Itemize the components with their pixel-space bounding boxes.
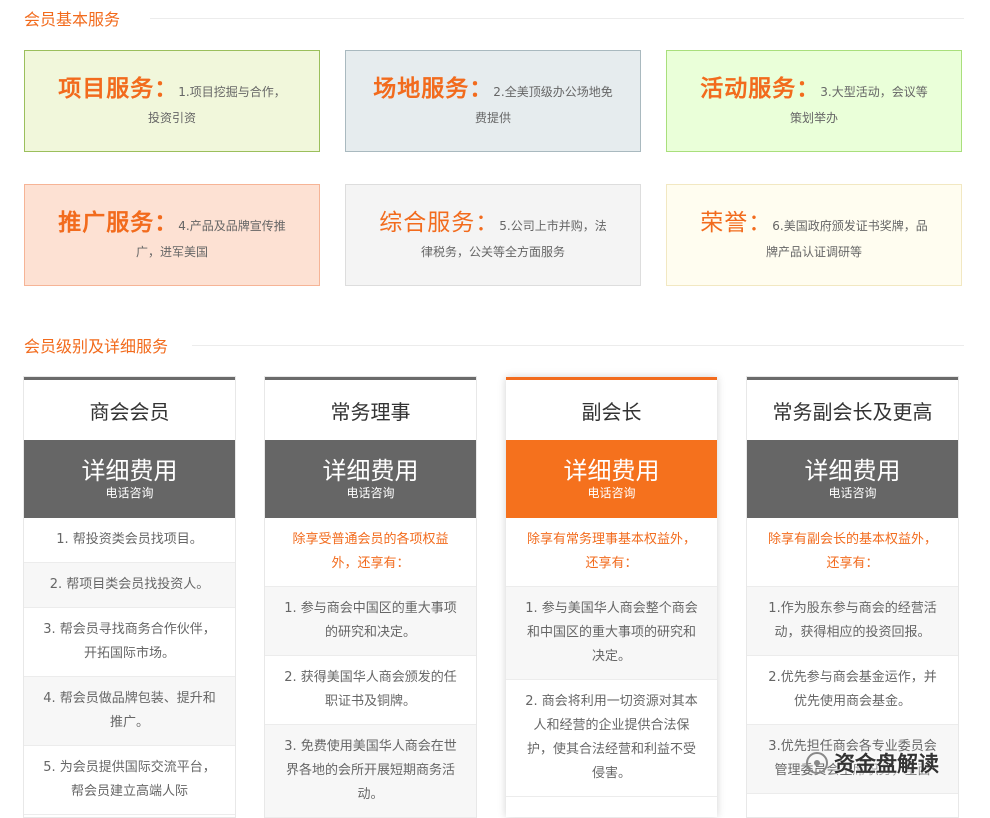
list-item: 2. 帮项目类会员找投资人。 bbox=[24, 563, 235, 608]
membership-card-vice-president: 副会长 详细费用 电话咨询 除享有常务理事基本权益外，还享有： 1. 参与美国华… bbox=[506, 377, 717, 817]
section-title-membership-levels: 会员级别及详细服务 bbox=[24, 337, 169, 356]
card-price-block[interactable]: 详细费用 电话咨询 bbox=[506, 440, 717, 518]
price-label: 详细费用 bbox=[804, 457, 901, 485]
service-title: 荣誉： bbox=[700, 209, 773, 236]
price-label: 详细费用 bbox=[81, 457, 178, 485]
price-sublabel: 电话咨询 bbox=[587, 486, 636, 500]
service-desc: 4.产品及品牌宣传推 bbox=[178, 218, 286, 233]
service-title: 推广服务： bbox=[58, 209, 179, 236]
service-card-promotion: 推广服务：4.产品及品牌宣传推 广，进军美国 bbox=[24, 184, 320, 286]
benefit-intro: 除享有常务理事基本权益外，还享有： bbox=[506, 518, 717, 587]
membership-card-executive-director: 常务理事 详细费用 电话咨询 除享受普通会员的各项权益外，还享有： 1. 参与商… bbox=[265, 377, 476, 818]
membership-card-member: 商会会员 详细费用 电话咨询 1. 帮投资类会员找项目。 2. 帮项目类会员找投… bbox=[24, 377, 235, 817]
section-title-basic-services: 会员基本服务 bbox=[24, 10, 121, 29]
list-item: 3. 帮会员寻找商务合作伙伴，开拓国际市场。 bbox=[24, 608, 235, 677]
benefit-intro: 除享受普通会员的各项权益外，还享有： bbox=[265, 518, 476, 587]
list-item: 2.优先参与商会基金运作，并优先使用商会基金。 bbox=[747, 656, 958, 725]
list-item: 3. 免费使用美国华人商会在世界各地的会所开展短期商务活动。 bbox=[265, 725, 476, 818]
service-desc-cont: 牌产品认证调研等 bbox=[765, 244, 862, 259]
service-card-project: 项目服务：1.项目挖掘与合作， 投资引资 bbox=[24, 50, 320, 152]
section-divider bbox=[150, 18, 964, 19]
list-item: 2. 商会将利用一切资源对其本人和经营的企业提供合法保护，使其合法经营和利益不受… bbox=[506, 680, 717, 797]
list-item: 1. 参与美国华人商会整个商会和中国区的重大事项的研究和决定。 bbox=[506, 587, 717, 680]
service-desc: 6.美国政府颁发证书奖牌，品 bbox=[772, 218, 928, 233]
price-label: 详细费用 bbox=[322, 457, 419, 485]
benefit-intro: 除享有副会长的基本权益外，还享有： bbox=[747, 518, 958, 587]
benefit-list: 1. 帮投资类会员找项目。 2. 帮项目类会员找投资人。 3. 帮会员寻找商务合… bbox=[24, 518, 235, 815]
list-item: 1. 参与商会中国区的重大事项的研究和决定。 bbox=[265, 587, 476, 656]
service-card-venue: 场地服务：2.全美顶级办公场地免 费提供 bbox=[345, 50, 641, 152]
service-desc-cont: 策划举办 bbox=[789, 110, 838, 125]
card-level-name: 常务副会长及更高 bbox=[772, 399, 933, 424]
service-card-honors: 荣誉：6.美国政府颁发证书奖牌，品 牌产品认证调研等 bbox=[666, 184, 962, 286]
service-title: 项目服务： bbox=[58, 75, 179, 102]
service-desc-cont: 投资引资 bbox=[147, 110, 196, 125]
watermark: 资金盘解读 bbox=[806, 748, 939, 778]
service-desc: 3.大型活动，会议等 bbox=[820, 84, 928, 99]
price-label: 详细费用 bbox=[563, 457, 660, 485]
card-price-block[interactable]: 详细费用 电话咨询 bbox=[24, 440, 235, 518]
list-item: 2. 获得美国华人商会颁发的任职证书及铜牌。 bbox=[265, 656, 476, 725]
list-item: 4. 帮会员做品牌包装、提升和推广。 bbox=[24, 677, 235, 746]
service-desc-cont: 费提供 bbox=[474, 110, 511, 125]
service-title: 场地服务： bbox=[373, 75, 494, 102]
service-desc: 5.公司上市并购，法 bbox=[499, 218, 607, 233]
card-level-name: 副会长 bbox=[581, 399, 642, 424]
service-desc: 1.项目挖掘与合作， bbox=[178, 84, 286, 99]
service-card-comprehensive: 综合服务：5.公司上市并购，法 律税务，公关等全方面服务 bbox=[345, 184, 641, 286]
card-price-block[interactable]: 详细费用 电话咨询 bbox=[265, 440, 476, 518]
price-sublabel: 电话咨询 bbox=[346, 486, 395, 500]
price-sublabel: 电话咨询 bbox=[105, 486, 154, 500]
list-item: 1.作为股东参与商会的经营活动，获得相应的投资回报。 bbox=[747, 587, 958, 656]
card-level-name: 常务理事 bbox=[330, 399, 411, 424]
card-price-block[interactable]: 详细费用 电话咨询 bbox=[747, 440, 958, 518]
benefit-list: 除享有常务理事基本权益外，还享有： 1. 参与美国华人商会整个商会和中国区的重大… bbox=[506, 518, 717, 797]
section-divider bbox=[192, 345, 964, 346]
service-title: 活动服务： bbox=[700, 75, 821, 102]
service-desc-cont: 广，进军美国 bbox=[135, 244, 208, 259]
price-sublabel: 电话咨询 bbox=[828, 486, 877, 500]
service-title: 综合服务： bbox=[379, 209, 500, 236]
wechat-official-account-icon bbox=[806, 752, 828, 774]
service-desc-cont: 律税务，公关等全方面服务 bbox=[420, 244, 565, 259]
benefit-list: 除享受普通会员的各项权益外，还享有： 1. 参与商会中国区的重大事项的研究和决定… bbox=[265, 518, 476, 818]
service-card-events: 活动服务：3.大型活动，会议等 策划举办 bbox=[666, 50, 962, 152]
list-item: 1. 帮投资类会员找项目。 bbox=[24, 518, 235, 563]
card-level-name: 商会会员 bbox=[89, 399, 170, 424]
watermark-text: 资金盘解读 bbox=[834, 752, 939, 776]
list-item: 5. 为会员提供国际交流平台，帮会员建立高端人际 bbox=[24, 746, 235, 815]
service-desc: 2.全美顶级办公场地免 bbox=[493, 84, 613, 99]
